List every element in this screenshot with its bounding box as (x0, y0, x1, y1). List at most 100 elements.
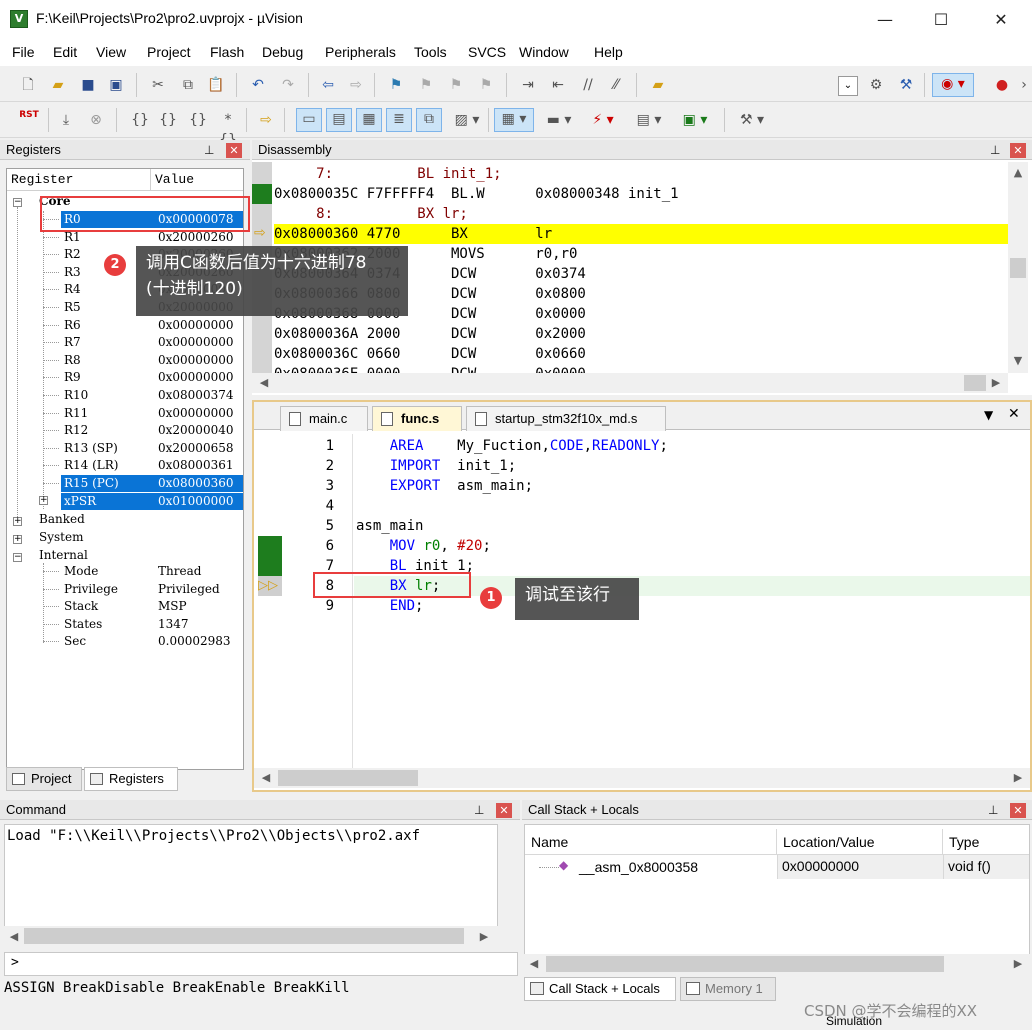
scroll-right-icon[interactable]: ▶ (988, 376, 1004, 389)
configure-target-icon[interactable]: ⚒ (896, 75, 916, 95)
menu-window[interactable]: Window (519, 44, 569, 60)
internal-row[interactable]: Stack MSP (7, 598, 243, 615)
code-line[interactable]: 2 IMPORT init_1; (254, 456, 1030, 476)
internal-row[interactable]: Mode Thread (7, 563, 243, 580)
paste-icon[interactable]: 📋 (206, 75, 226, 95)
menu-project[interactable]: Project (147, 44, 191, 60)
disassembly-hscroll[interactable] (252, 373, 1008, 393)
close-tab-icon[interactable]: ✕ (1008, 406, 1020, 422)
bookmark-icon[interactable]: ⚑ (386, 75, 406, 95)
debug-session-icon[interactable]: ◉ ▾ (932, 73, 974, 97)
step-out-icon[interactable]: {} (188, 110, 208, 130)
step-into-icon[interactable]: {} (130, 110, 150, 130)
prev-bookmark-icon[interactable]: ⚑ (416, 75, 436, 95)
reset-icon[interactable]: RST (16, 110, 42, 130)
code-line[interactable]: 4 (254, 496, 1030, 516)
tab-startup[interactable]: startup_stm32f10x_md.s (466, 406, 666, 431)
tab-call-stack[interactable]: Call Stack + Locals (524, 977, 676, 1001)
pin-icon[interactable]: ⊥ (204, 143, 214, 157)
more-icon[interactable]: › (1014, 75, 1032, 95)
location-column-header[interactable]: Location/Value (777, 829, 943, 855)
dropdown-arrow-icon[interactable]: ⌄ (838, 76, 858, 96)
symbols-window-icon[interactable]: ▦ (356, 108, 382, 132)
trace-window-icon[interactable]: ▤ ▾ (632, 110, 666, 130)
disassembly-vscroll-thumb[interactable] (1010, 258, 1026, 278)
menu-tools[interactable]: Tools (414, 44, 447, 60)
scroll-left-icon[interactable]: ◀ (6, 930, 22, 943)
register-row[interactable]: R7 0x00000000 (7, 334, 243, 351)
tab-memory-1[interactable]: Memory 1 (680, 977, 776, 1001)
code-line[interactable]: 1 AREA My_Fuction,CODE,READONLY; (254, 436, 1030, 456)
code-line[interactable]: 3 EXPORT asm_main; (254, 476, 1030, 496)
tab-func-s[interactable]: func.s (372, 406, 462, 431)
uncomment-icon[interactable]: ⁄⁄ (606, 75, 626, 95)
nav-forward-icon[interactable]: ⇨ (346, 75, 366, 95)
close-window-button[interactable]: ✕ (978, 6, 1024, 34)
expand-banked-icon[interactable]: + (13, 517, 22, 526)
nav-back-icon[interactable]: ⇦ (318, 75, 338, 95)
run-to-cursor-icon[interactable]: *{} (218, 110, 238, 148)
register-row[interactable]: R15 (PC) 0x08000360 (7, 475, 243, 492)
breakpoint-icon[interactable]: ● (992, 75, 1012, 95)
command-window-icon[interactable]: ▭ (296, 108, 322, 132)
close-call-stack-icon[interactable]: ✕ (1010, 803, 1026, 818)
menu-file[interactable]: File (12, 44, 35, 60)
pin-icon[interactable]: ⊥ (990, 143, 1000, 157)
scroll-right-icon[interactable]: ▶ (1010, 957, 1026, 970)
copy-icon[interactable]: ⧉ (178, 75, 198, 95)
scroll-right-icon[interactable]: ▶ (1010, 771, 1026, 784)
register-column-header[interactable]: Register (7, 169, 151, 191)
menu-peripherals[interactable]: Peripherals (325, 44, 396, 60)
stop-icon[interactable]: ⊗ (86, 110, 106, 130)
disassembly-line[interactable]: 7: BL init_1; (274, 164, 501, 184)
type-column-header[interactable]: Type (943, 829, 1029, 855)
close-command-icon[interactable]: ✕ (496, 803, 512, 818)
menu-debug[interactable]: Debug (262, 44, 303, 60)
open-folder-icon[interactable]: ▰ (48, 75, 68, 95)
register-value[interactable]: 0x00000000 (155, 352, 243, 369)
redo-icon[interactable]: ↷ (278, 75, 298, 95)
show-next-statement-icon[interactable]: ⇨ (256, 110, 276, 130)
disassembly-window-icon[interactable]: ▤ (326, 108, 352, 132)
menu-view[interactable]: View (96, 44, 126, 60)
pin-icon[interactable]: ⊥ (988, 803, 998, 817)
maximize-button[interactable]: ☐ (918, 6, 964, 34)
current-disassembly-line[interactable]: 0x08000360 4770 BX lr (274, 224, 1008, 244)
register-row[interactable]: R11 0x00000000 (7, 405, 243, 422)
scroll-up-icon[interactable]: ▲ (1010, 166, 1026, 179)
disassembly-line[interactable]: 0x0800036E 0000 DCW 0x0000 (274, 364, 586, 373)
register-row[interactable]: R9 0x00000000 (7, 369, 243, 386)
internal-row[interactable]: Sec 0.00002983 (7, 633, 243, 650)
register-row[interactable]: R10 0x08000374 (7, 387, 243, 404)
analysis-window-icon[interactable]: ⚡ ▾ (586, 110, 620, 130)
register-value[interactable]: 0x00000000 (155, 405, 243, 422)
new-file-icon[interactable]: 🗋 (18, 75, 38, 95)
tab-main-c[interactable]: main.c (280, 406, 368, 431)
toolbox-icon[interactable]: ⚒ ▾ (734, 110, 770, 130)
call-stack-row[interactable]: ◆ __asm_0x8000358 0x00000000 void f() (525, 855, 1029, 879)
command-input[interactable]: > (4, 952, 518, 976)
scroll-left-icon[interactable]: ◀ (258, 771, 274, 784)
menu-flash[interactable]: Flash (210, 44, 244, 60)
call-stack-hscroll-thumb[interactable] (546, 956, 944, 972)
scroll-left-icon[interactable]: ◀ (256, 376, 272, 389)
menu-help[interactable]: Help (594, 44, 623, 60)
code-line[interactable]: 6 MOV r0, #20; (254, 536, 1030, 556)
watch-window-icon[interactable]: ▨ ▾ (450, 110, 484, 130)
tab-list-dropdown-icon[interactable]: ▼ (984, 408, 993, 422)
clear-bookmarks-icon[interactable]: ⚑ (476, 75, 496, 95)
disassembly-line[interactable]: 0x0800035C F7FFFFF4 BL.W 0x08000348 init… (274, 184, 679, 204)
pin-icon[interactable]: ⊥ (474, 803, 484, 817)
close-disassembly-icon[interactable]: ✕ (1010, 143, 1026, 158)
next-bookmark-icon[interactable]: ⚑ (446, 75, 466, 95)
register-row[interactable]: R13 (SP) 0x20000658 (7, 440, 243, 457)
editor-hscroll-thumb[interactable] (278, 770, 418, 786)
scroll-down-icon[interactable]: ▼ (1010, 354, 1026, 367)
expand-system-icon[interactable]: + (13, 535, 22, 544)
register-row[interactable]: R14 (LR) 0x08000361 (7, 457, 243, 474)
collapse-internal-icon[interactable]: − (13, 553, 22, 562)
register-value[interactable]: 0x00000000 (155, 334, 243, 351)
register-value[interactable]: 0x08000361 (155, 457, 243, 474)
banked-group-label[interactable]: Banked (39, 512, 85, 526)
internal-row[interactable]: Privilege Privileged (7, 581, 243, 598)
